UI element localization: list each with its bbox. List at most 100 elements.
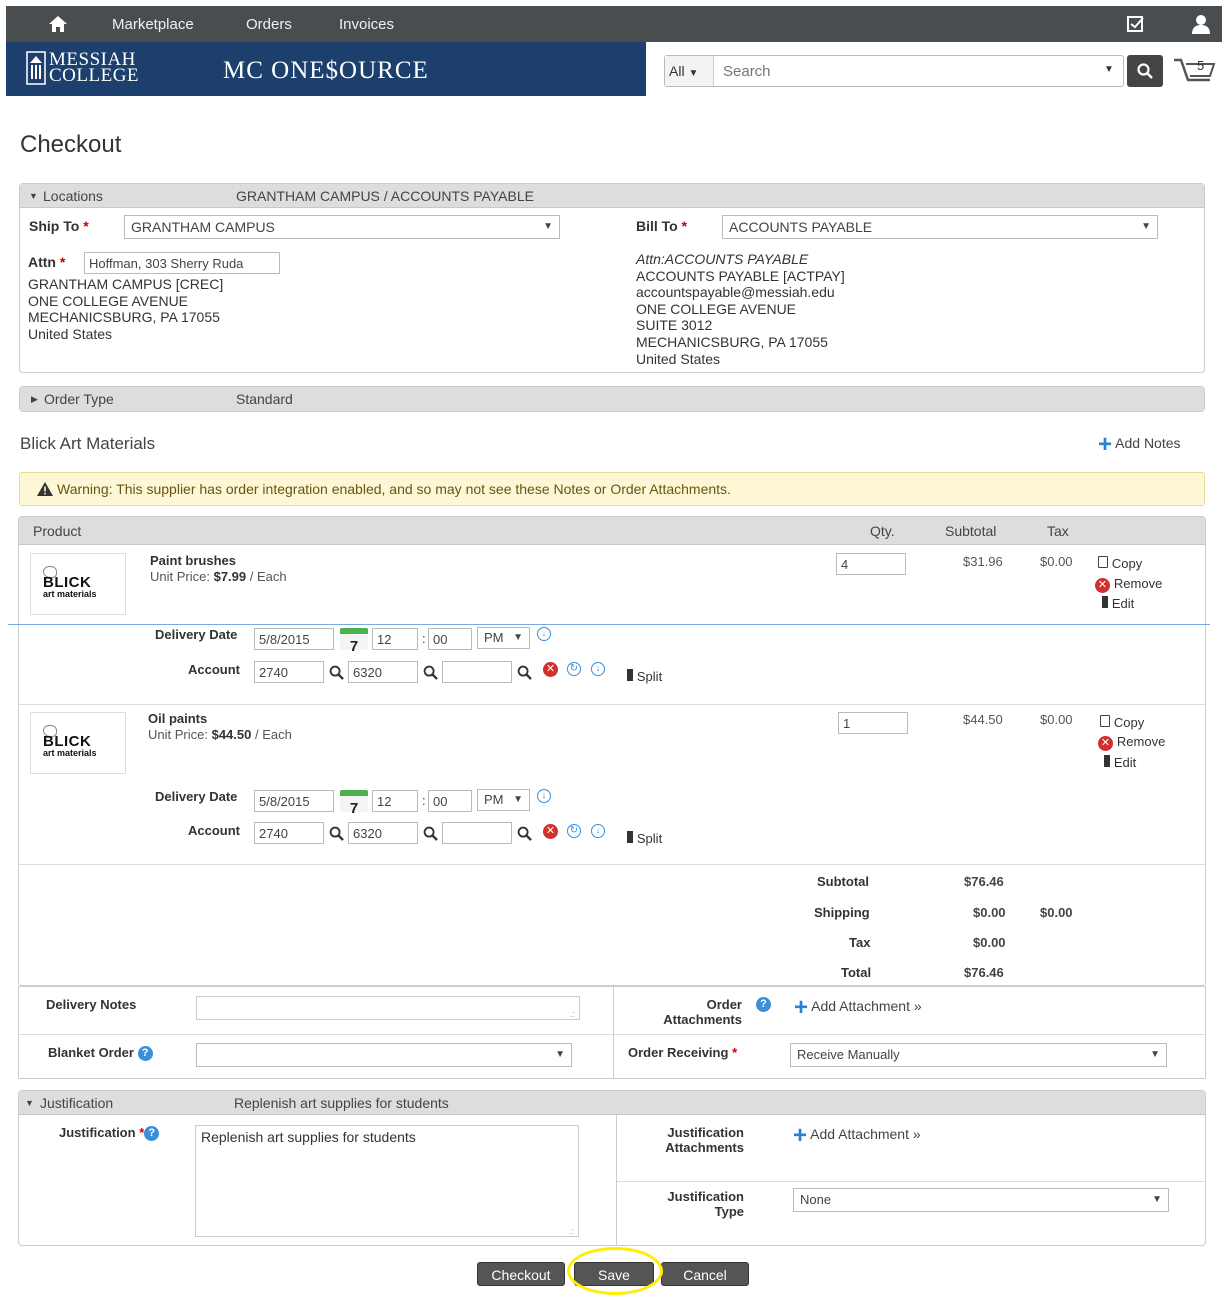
account-input-3[interactable] xyxy=(442,661,512,683)
ship-to-select[interactable]: GRANTHAM CAMPUS ▼ xyxy=(124,215,560,239)
calendar-icon[interactable]: 7 xyxy=(340,790,368,817)
ship-address: GRANTHAM CAMPUS [CREC] ONE COLLEGE AVENUE… xyxy=(28,276,224,342)
column-divider xyxy=(613,986,614,1079)
totals-total-value: $76.46 xyxy=(964,965,1004,980)
order-receiving-select[interactable]: Receive Manually ▼ xyxy=(790,1043,1167,1067)
search-icon[interactable] xyxy=(423,665,438,680)
search-icon[interactable] xyxy=(423,826,438,841)
add-notes-link[interactable]: + Add Notes xyxy=(1098,433,1181,457)
qty-input[interactable] xyxy=(838,712,908,734)
account-input-2[interactable] xyxy=(348,822,418,844)
nav-invoices[interactable]: Invoices xyxy=(339,16,394,33)
edit-link[interactable]: Edit xyxy=(1102,595,1134,611)
copy-link[interactable]: Copy xyxy=(1100,714,1144,730)
home-icon[interactable] xyxy=(48,15,68,33)
account-input-1[interactable] xyxy=(254,822,324,844)
copy-link[interactable]: Copy xyxy=(1098,555,1142,571)
help-icon[interactable]: ? xyxy=(144,1126,160,1142)
cart-button[interactable]: 5 xyxy=(1172,54,1218,88)
refresh-icon[interactable]: ↻ xyxy=(567,824,581,838)
item-subtotal: $31.96 xyxy=(963,554,1003,569)
plus-icon: + xyxy=(794,994,809,1021)
cancel-button[interactable]: Cancel xyxy=(661,1262,749,1286)
user-icon[interactable] xyxy=(1190,13,1212,35)
copy-label: Copy xyxy=(1111,556,1143,571)
justification-label: Justification *? xyxy=(59,1125,160,1142)
tasks-icon[interactable] xyxy=(1126,15,1146,33)
qty-input[interactable] xyxy=(836,553,906,575)
down-arrow-circle-icon[interactable]: ↓ xyxy=(537,627,551,641)
down-arrow-circle-icon[interactable]: ↓ xyxy=(537,789,551,803)
search-dropdown-icon[interactable]: ▼ xyxy=(1104,64,1114,75)
hour-input[interactable] xyxy=(372,628,418,650)
delivery-date-input[interactable] xyxy=(254,628,334,650)
resize-handle-icon[interactable]: .: xyxy=(570,1009,575,1019)
add-justification-attachment-link[interactable]: + Add Attachment » xyxy=(793,1124,921,1148)
justification-type-select[interactable]: None ▼ xyxy=(793,1188,1169,1212)
caret-down-icon: ▼ xyxy=(25,1098,34,1108)
justification-text: Replenish art supplies for students xyxy=(201,1129,416,1145)
account-input-2[interactable] xyxy=(348,661,418,683)
delivery-notes-textarea[interactable]: .: xyxy=(196,996,580,1020)
item-name[interactable]: Oil paints xyxy=(148,711,207,726)
split-label: Split xyxy=(636,669,663,684)
bill-to-select[interactable]: ACCOUNTS PAYABLE ▼ xyxy=(722,215,1158,239)
supplier-logo: BLICK art materials xyxy=(30,553,126,615)
nav-marketplace[interactable]: Marketplace xyxy=(112,16,194,33)
help-icon[interactable]: ? xyxy=(137,1046,153,1062)
remove-link[interactable]: ✕ Remove xyxy=(1098,733,1165,751)
down-arrow-circle-icon[interactable]: ↓ xyxy=(591,662,605,676)
minute-input[interactable] xyxy=(428,790,472,812)
attn-label: Attn * xyxy=(28,254,66,270)
account-input-3[interactable] xyxy=(442,822,512,844)
minute-input[interactable] xyxy=(428,628,472,650)
cart-count: 5 xyxy=(1197,58,1205,73)
blanket-order-select[interactable]: ▼ xyxy=(196,1043,572,1067)
hour-input[interactable] xyxy=(372,790,418,812)
search-icon[interactable] xyxy=(517,665,532,680)
copy-label: Copy xyxy=(1113,715,1145,730)
product-table-header: Product Qty. Subtotal Tax xyxy=(19,517,1205,545)
refresh-icon[interactable]: ↻ xyxy=(567,662,581,676)
pencil-icon xyxy=(627,669,633,681)
pencil-icon xyxy=(1102,596,1108,608)
justification-header[interactable]: ▼ Justification Replenish art supplies f… xyxy=(19,1091,1205,1115)
attn-input[interactable] xyxy=(84,252,280,274)
search-input[interactable] xyxy=(717,56,1097,86)
college-logo-text: MESSIAH COLLEGE xyxy=(49,50,139,85)
totals-tax-value: $0.00 xyxy=(973,935,1006,950)
resize-handle-icon[interactable]: .: xyxy=(569,1226,574,1236)
remove-link[interactable]: ✕ Remove xyxy=(1095,575,1162,593)
calendar-icon[interactable]: 7 xyxy=(340,628,368,655)
search-category-select[interactable]: All ▼ xyxy=(665,56,714,86)
search-icon[interactable] xyxy=(329,826,344,841)
supplier-logo: BLICK art materials xyxy=(30,712,126,774)
locations-panel: ▼ Locations GRANTHAM CAMPUS / ACCOUNTS P… xyxy=(19,183,1205,373)
delivery-date-input[interactable] xyxy=(254,790,334,812)
edit-link[interactable]: Edit xyxy=(1104,754,1136,770)
product-table: Product Qty. Subtotal Tax xyxy=(18,516,1206,986)
down-arrow-circle-icon[interactable]: ↓ xyxy=(591,824,605,838)
justification-textarea[interactable]: Replenish art supplies for students.: xyxy=(195,1125,579,1237)
search-bar: All ▼ ▼ xyxy=(664,55,1124,87)
order-type-panel[interactable]: ▶ Order Type Standard xyxy=(19,386,1205,412)
split-link[interactable]: Split xyxy=(627,830,662,846)
ampm-select[interactable]: PM ▼ xyxy=(477,627,530,649)
search-button[interactable] xyxy=(1127,55,1163,87)
split-link[interactable]: Split xyxy=(627,668,662,684)
add-attachment-label: Add Attachment » xyxy=(811,998,922,1014)
account-input-1[interactable] xyxy=(254,661,324,683)
search-icon[interactable] xyxy=(517,826,532,841)
edit-label: Edit xyxy=(1113,755,1137,770)
clear-account-icon[interactable]: ✕ xyxy=(543,662,558,677)
delivery-date-label: Delivery Date xyxy=(155,789,238,804)
add-order-attachment-link[interactable]: + Add Attachment » xyxy=(794,994,922,1021)
item-name[interactable]: Paint brushes xyxy=(150,553,236,568)
nav-orders[interactable]: Orders xyxy=(246,16,292,33)
ampm-select[interactable]: PM ▼ xyxy=(477,789,530,811)
checkout-button[interactable]: Checkout xyxy=(477,1262,565,1286)
search-icon[interactable] xyxy=(329,665,344,680)
clear-account-icon[interactable]: ✕ xyxy=(543,824,558,839)
help-icon[interactable]: ? xyxy=(756,997,771,1012)
locations-header[interactable]: ▼ Locations GRANTHAM CAMPUS / ACCOUNTS P… xyxy=(20,184,1204,208)
